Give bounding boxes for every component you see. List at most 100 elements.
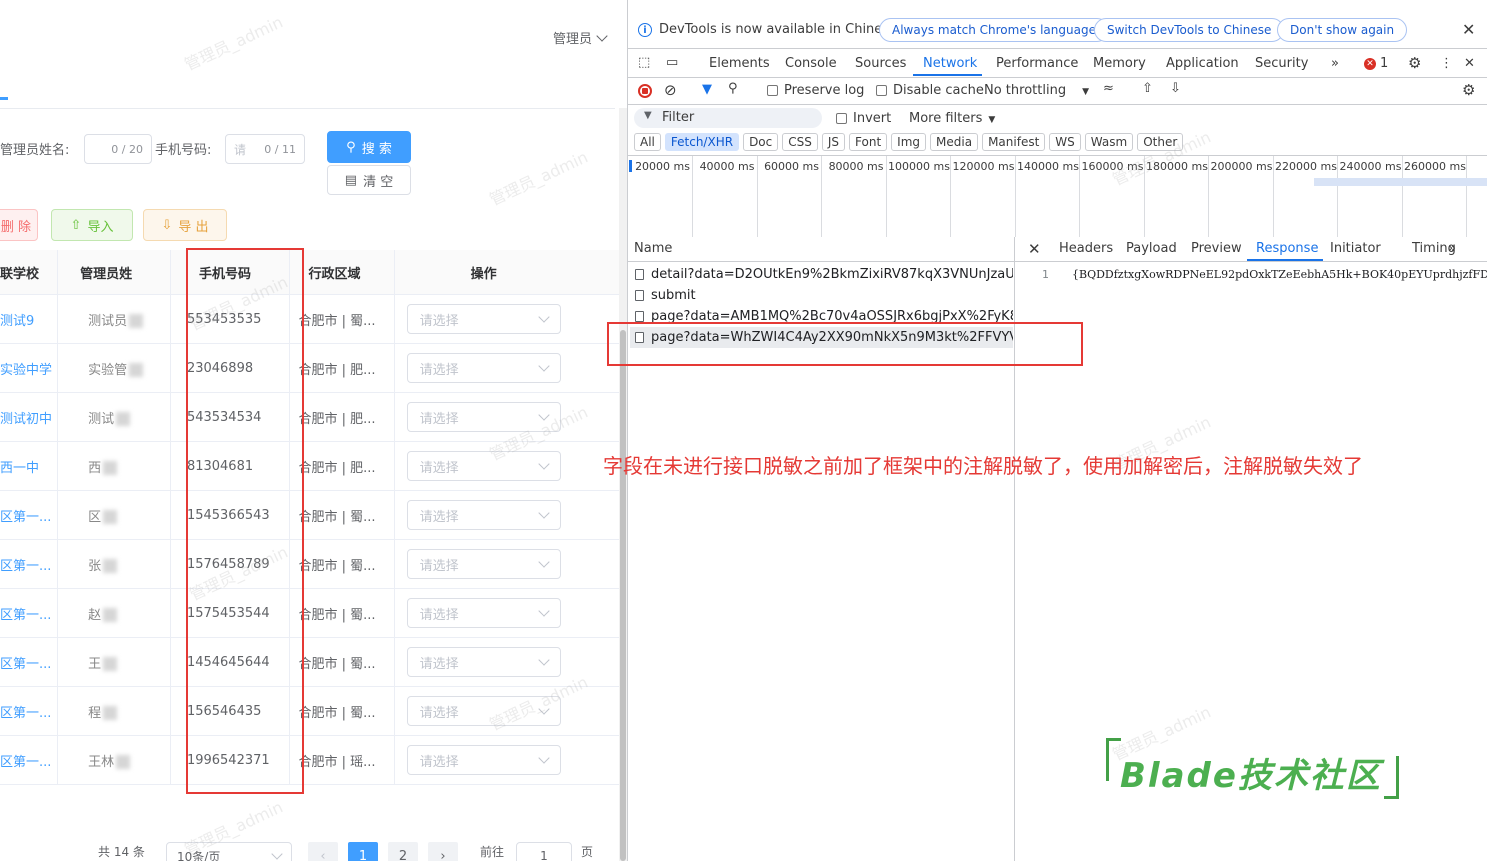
detail-tab-preview[interactable]: Preview (1191, 241, 1242, 256)
table-row[interactable]: 区第一... 王林 1996542371 合肥市 | 瑶... 请选择 (0, 735, 627, 785)
network-conditions-icon[interactable]: ≈ (1103, 81, 1114, 96)
cell-school[interactable]: 西一中 (0, 441, 59, 491)
prev-page-button[interactable]: ‹ (308, 842, 338, 861)
detail-tab-payload[interactable]: Payload (1126, 241, 1177, 256)
clear-button[interactable]: ▤ 清 空 (327, 165, 411, 195)
cell-school[interactable]: 区第一... (0, 686, 59, 736)
network-settings-icon[interactable]: ⚙ (1462, 81, 1475, 99)
filter-chip-all[interactable]: All (634, 133, 661, 151)
detail-tab-response[interactable]: Response (1256, 241, 1318, 256)
operation-select[interactable]: 请选择 (406, 353, 561, 383)
tab-elements[interactable]: Elements (709, 56, 770, 71)
filter-icon[interactable]: ▼ (702, 82, 712, 97)
next-page-button[interactable]: › (428, 842, 458, 861)
always-match-language-button[interactable]: Always match Chrome's language (879, 18, 1109, 42)
delete-button[interactable]: 删 除 (0, 209, 38, 241)
operation-select[interactable]: 请选择 (406, 500, 561, 530)
device-toolbar-icon[interactable]: ▭ (666, 55, 678, 70)
table-row[interactable]: 测试初中 测试 543534534 合肥市 | 肥... 请选择 (0, 392, 627, 442)
search-icon[interactable]: ⚲ (728, 81, 738, 96)
export-har-icon[interactable]: ⇩ (1170, 81, 1181, 96)
table-row[interactable]: 实验中学 实验管 23046898 合肥市 | 肥... 请选择 (0, 343, 627, 393)
stop-recording-icon[interactable] (638, 84, 652, 98)
response-body[interactable]: {BQDDfztxgXowRDPNeEL92pdOxkTZeEebhA5Hk+B… (1072, 268, 1487, 281)
admin-name-input[interactable]: 0 / 20 (84, 134, 152, 164)
tab-memory[interactable]: Memory (1093, 56, 1146, 71)
more-tabs-icon[interactable]: » (1331, 56, 1339, 71)
more-options-icon[interactable]: ⋮ (1440, 56, 1453, 71)
close-icon[interactable]: ✕ (1462, 20, 1475, 39)
table-row[interactable]: 区第一... 区 1545366543 合肥市 | 蜀... 请选择 (0, 490, 627, 540)
tab-performance[interactable]: Performance (996, 56, 1078, 71)
switch-to-chinese-button[interactable]: Switch DevTools to Chinese (1094, 18, 1285, 42)
table-row[interactable]: 区第一... 程 156546435 合肥市 | 蜀... 请选择 (0, 686, 627, 736)
filter-chip-fetch-xhr[interactable]: Fetch/XHR (664, 133, 740, 151)
preserve-log-checkbox[interactable]: Preserve log (767, 83, 864, 98)
cell-school[interactable]: 测试9 (0, 294, 59, 344)
table-row[interactable]: 区第一... 赵 1575453544 合肥市 | 蜀... 请选择 (0, 588, 627, 638)
network-timeline-overview[interactable]: 20000 ms 40000 ms 60000 ms 80000 ms 100000 m… (628, 155, 1487, 238)
table-row[interactable]: 西一中西 81304681 合肥市 | 肥... 请选择 (0, 441, 627, 491)
filter-chip-wasm[interactable]: Wasm (1084, 133, 1134, 151)
invert-checkbox[interactable]: Invert (836, 111, 891, 126)
export-button[interactable]: ⇩ 导 出 (143, 209, 227, 241)
request-row[interactable]: submit (630, 285, 1013, 306)
page-button-2[interactable]: 2 (388, 842, 418, 861)
operation-select[interactable]: 请选择 (406, 745, 561, 775)
dont-show-again-button[interactable]: Don't show again (1277, 18, 1408, 42)
operation-select[interactable]: 请选择 (406, 549, 561, 579)
cell-school[interactable]: 区第一... (0, 490, 59, 540)
tab-network[interactable]: Network (923, 56, 977, 71)
phone-input[interactable]: 请 0 / 11 (225, 134, 305, 164)
error-icon[interactable]: ✕ (1364, 58, 1376, 70)
filter-input[interactable]: ▼ Filter (634, 108, 822, 128)
filter-chip-ws[interactable]: WS (1049, 133, 1081, 151)
filter-chip-font[interactable]: Font (849, 133, 888, 151)
name-column-header[interactable]: Name (634, 241, 672, 256)
operation-select[interactable]: 请选择 (406, 304, 561, 334)
operation-select[interactable]: 请选择 (406, 402, 561, 432)
cell-school[interactable]: 区第一... (0, 588, 59, 638)
filter-chip-js[interactable]: JS (821, 133, 846, 151)
throttling-select[interactable]: No throttling ▼ (984, 83, 1089, 98)
settings-gear-icon[interactable]: ⚙ (1408, 54, 1421, 72)
close-detail-icon[interactable]: ✕ (1028, 240, 1041, 258)
filter-chip-css[interactable]: CSS (782, 133, 818, 151)
disable-cache-checkbox[interactable]: Disable cache (876, 83, 984, 98)
vertical-scrollbar-thumb[interactable] (620, 330, 626, 861)
filter-chip-manifest[interactable]: Manifest (982, 133, 1046, 151)
goto-page-input[interactable]: 1 (516, 842, 572, 861)
close-devtools-icon[interactable]: ✕ (1464, 56, 1475, 71)
import-har-icon[interactable]: ⇧ (1142, 81, 1153, 96)
cell-school[interactable]: 实验中学 (0, 343, 59, 393)
request-row[interactable]: detail?data=D2OUtkEn9%2BkmZixiRV87kqX3VN… (630, 264, 1013, 285)
import-button[interactable]: ⇧ 导入 (51, 209, 133, 241)
operation-select[interactable]: 请选择 (406, 451, 561, 481)
operation-select[interactable]: 请选择 (406, 598, 561, 628)
user-menu[interactable]: 管理员 (553, 28, 608, 47)
inspect-element-icon[interactable]: ⬚ (638, 55, 650, 70)
table-row[interactable]: 测试9 测试员 553453535 合肥市 | 蜀... 请选择 (0, 294, 627, 344)
table-row[interactable]: 区第一... 王 1454645644 合肥市 | 蜀... 请选择 (0, 637, 627, 687)
operation-select[interactable]: 请选择 (406, 647, 561, 677)
tab-security[interactable]: Security (1255, 56, 1308, 71)
detail-tab-headers[interactable]: Headers (1059, 241, 1113, 256)
clear-icon[interactable]: ⊘ (664, 81, 677, 99)
filter-chip-img[interactable]: Img (891, 133, 927, 151)
tab-console[interactable]: Console (785, 56, 837, 71)
search-button[interactable]: ⚲ 搜 索 (327, 131, 411, 163)
cell-school[interactable]: 区第一... (0, 735, 59, 785)
more-filters-dropdown[interactable]: More filters ▼ (909, 111, 995, 126)
operation-select[interactable]: 请选择 (406, 696, 561, 726)
tab-sources[interactable]: Sources (855, 56, 906, 71)
page-button-1[interactable]: 1 (348, 842, 378, 861)
cell-school[interactable]: 测试初中 (0, 392, 59, 442)
filter-chip-media[interactable]: Media (930, 133, 979, 151)
detail-tab-initiator[interactable]: Initiator (1330, 241, 1381, 256)
cell-school[interactable]: 区第一... (0, 539, 59, 589)
cell-school[interactable]: 区第一... (0, 637, 59, 687)
more-detail-tabs-icon[interactable]: » (1448, 241, 1456, 256)
page-size-select[interactable]: 10条/页 (166, 842, 292, 861)
filter-chip-doc[interactable]: Doc (743, 133, 779, 151)
filter-chip-other[interactable]: Other (1137, 133, 1184, 151)
